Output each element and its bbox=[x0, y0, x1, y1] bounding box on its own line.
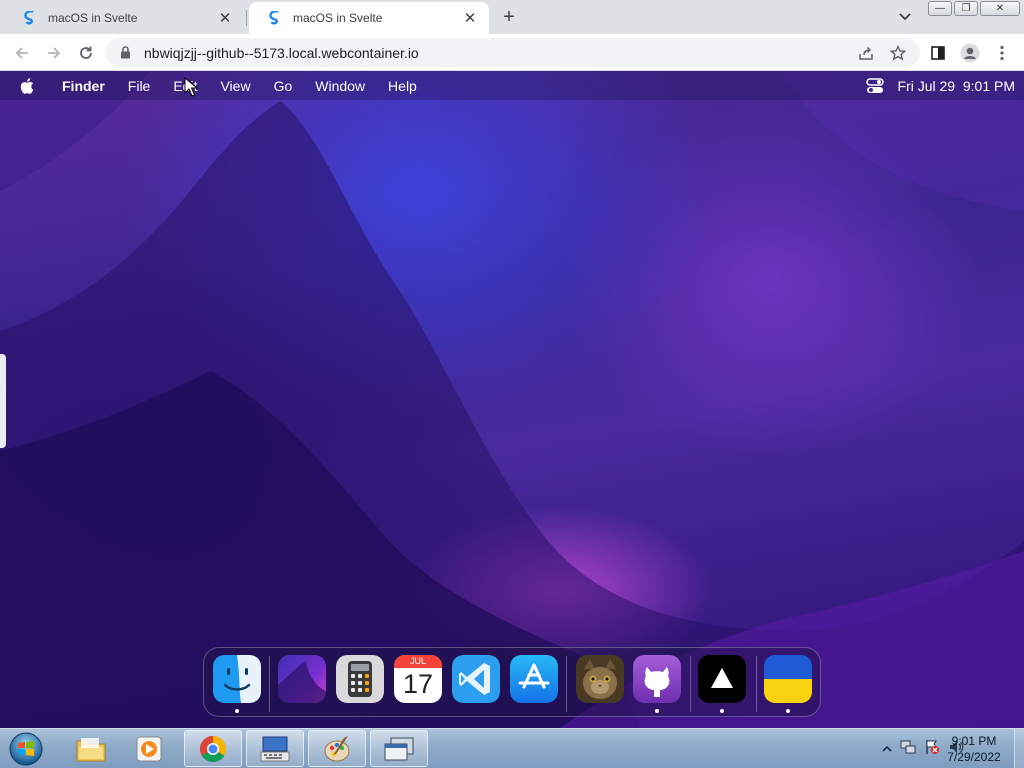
url-text: nbwiqjzjj--github--5173.local.webcontain… bbox=[144, 44, 419, 61]
monterey-wallpaper bbox=[0, 71, 1024, 728]
clock-time: 9:01 PM bbox=[951, 734, 997, 748]
tab-title: macOS in Svelte bbox=[293, 11, 383, 25]
running-indicator bbox=[655, 709, 659, 713]
close-window-button[interactable]: ✕ bbox=[980, 1, 1020, 16]
tab-separator bbox=[246, 10, 247, 26]
apple-logo-icon[interactable] bbox=[20, 77, 38, 94]
macos-desktop[interactable]: Finder File Edit View Go Window Help Fri… bbox=[0, 71, 1024, 728]
back-arrow-icon[interactable] bbox=[10, 41, 34, 65]
svelte-favicon-icon bbox=[267, 10, 283, 26]
share-icon[interactable] bbox=[854, 41, 878, 65]
running-indicator bbox=[786, 709, 790, 713]
taskbar-clock[interactable]: 9:01 PM 7/29/2022 bbox=[931, 733, 1017, 765]
taskbar-explorer-icon[interactable] bbox=[62, 730, 120, 767]
address-bar[interactable]: nbwiqjzjj--github--5173.local.webcontain… bbox=[106, 38, 920, 67]
taskbar-media-player-icon[interactable] bbox=[120, 730, 178, 767]
show-desktop-button[interactable] bbox=[1014, 729, 1024, 768]
clock-date: 7/29/2022 bbox=[947, 750, 1001, 764]
dock-calendar-icon[interactable]: JUL 17 bbox=[394, 655, 442, 703]
network-icon[interactable] bbox=[900, 739, 916, 760]
menu-go[interactable]: Go bbox=[274, 78, 293, 94]
browser-tab-2[interactable]: macOS in Svelte ✕ bbox=[249, 2, 489, 34]
side-panel-icon[interactable] bbox=[926, 41, 950, 65]
dock-calculator-icon[interactable] bbox=[336, 655, 384, 703]
tab-close-icon[interactable]: ✕ bbox=[461, 9, 479, 27]
browser-tab-1[interactable]: macOS in Svelte ✕ bbox=[4, 2, 244, 34]
menu-finder[interactable]: Finder bbox=[62, 78, 105, 94]
side-panel-handle[interactable] bbox=[0, 354, 6, 448]
more-menu-icon[interactable] bbox=[990, 41, 1014, 65]
windows-taskbar: 9:01 PM 7/29/2022 bbox=[0, 728, 1024, 768]
dock-appstore-icon[interactable] bbox=[510, 655, 558, 703]
macos-menubar: Finder File Edit View Go Window Help Fri… bbox=[0, 71, 1024, 100]
start-orb-icon[interactable] bbox=[6, 731, 46, 767]
dock-separator bbox=[756, 656, 757, 712]
forward-arrow-icon[interactable] bbox=[42, 41, 66, 65]
running-indicator bbox=[235, 709, 239, 713]
dock-cat-icon[interactable] bbox=[576, 655, 624, 703]
dock-separator bbox=[566, 656, 567, 712]
browser-tab-strip: macOS in Svelte ✕ macOS in Svelte ✕ + — … bbox=[0, 0, 1024, 34]
taskbar-window-switcher-icon[interactable] bbox=[370, 730, 428, 767]
tab-search-chevron-icon[interactable] bbox=[895, 8, 915, 26]
dock: JUL 17 bbox=[203, 647, 821, 717]
dock-vscode-icon[interactable] bbox=[452, 655, 500, 703]
new-tab-plus-icon[interactable]: + bbox=[498, 6, 520, 28]
running-indicator bbox=[720, 709, 724, 713]
tab-close-icon[interactable]: ✕ bbox=[216, 9, 234, 27]
lock-icon[interactable] bbox=[120, 46, 134, 60]
dock-github-icon[interactable] bbox=[633, 655, 681, 703]
taskbar-paint-icon[interactable] bbox=[308, 730, 366, 767]
dock-separator bbox=[690, 656, 691, 712]
taskbar-chrome-icon[interactable] bbox=[184, 730, 242, 767]
menubar-datetime[interactable]: Fri Jul 29 9:01 PM bbox=[898, 78, 1016, 94]
control-center-icon[interactable] bbox=[865, 77, 884, 94]
reload-icon[interactable] bbox=[74, 41, 98, 65]
tray-expand-arrow-icon[interactable] bbox=[882, 740, 892, 758]
dock-ukraine-flag-icon[interactable] bbox=[764, 655, 812, 703]
browser-toolbar: nbwiqjzjj--github--5173.local.webcontain… bbox=[0, 34, 1024, 71]
menu-help[interactable]: Help bbox=[388, 78, 417, 94]
menu-file[interactable]: File bbox=[128, 78, 151, 94]
minimize-button[interactable]: — bbox=[928, 1, 952, 16]
profile-avatar-icon[interactable] bbox=[958, 41, 982, 65]
dock-finder-icon[interactable] bbox=[213, 655, 261, 703]
menu-view[interactable]: View bbox=[220, 78, 250, 94]
tab-title: macOS in Svelte bbox=[48, 11, 138, 25]
calendar-day: 17 bbox=[402, 669, 434, 699]
mouse-cursor-icon bbox=[184, 77, 198, 97]
dock-wallpapers-icon[interactable] bbox=[278, 655, 326, 703]
restore-button[interactable]: ❐ bbox=[954, 1, 978, 16]
svelte-favicon-icon bbox=[22, 10, 38, 26]
dock-separator bbox=[269, 656, 270, 712]
window-controls: — ❐ ✕ bbox=[928, 1, 1020, 17]
taskbar-keyboard-app-icon[interactable] bbox=[246, 730, 304, 767]
dock-vercel-icon[interactable] bbox=[698, 655, 746, 703]
menu-window[interactable]: Window bbox=[315, 78, 365, 94]
bookmark-star-icon[interactable] bbox=[886, 41, 910, 65]
